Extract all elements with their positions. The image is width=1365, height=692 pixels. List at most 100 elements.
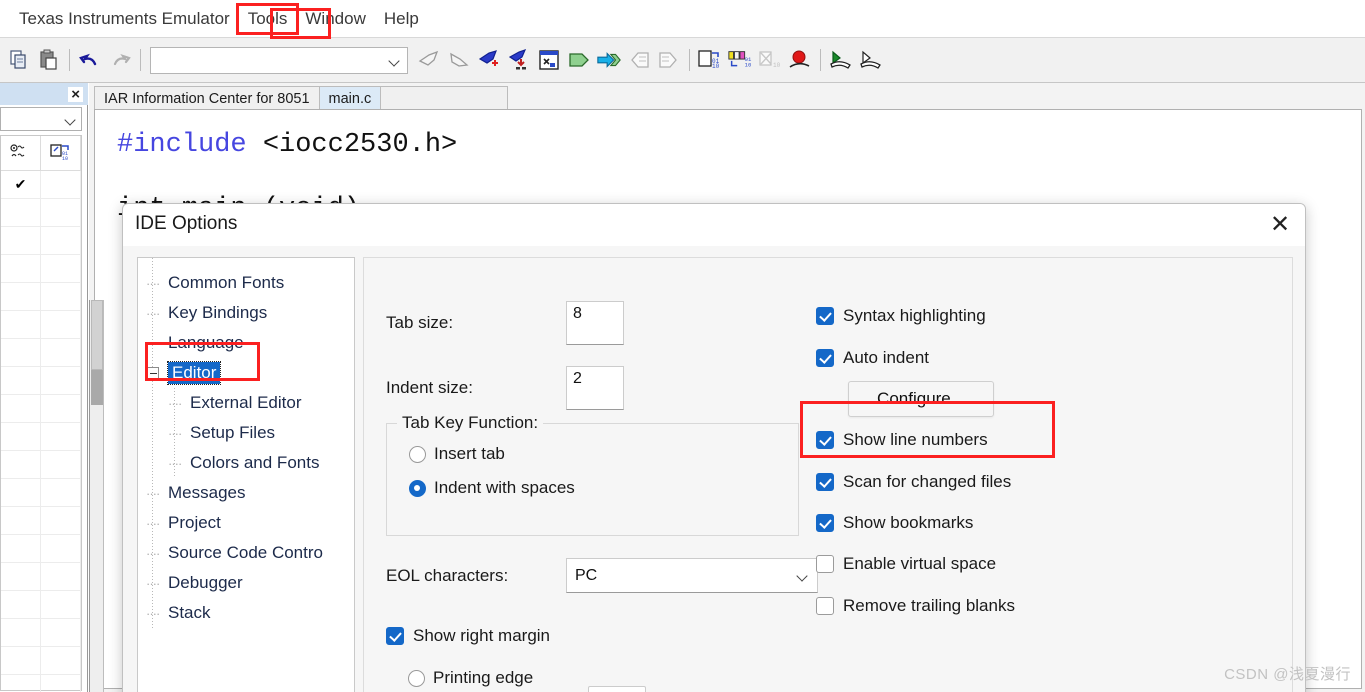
grid-row[interactable] bbox=[1, 619, 81, 647]
checkbox-auto-indent[interactable]: Auto indent bbox=[816, 348, 929, 368]
grid-cell[interactable] bbox=[1, 451, 41, 478]
grid-row[interactable] bbox=[1, 507, 81, 535]
grid-cell[interactable] bbox=[41, 283, 81, 310]
grid-cell[interactable] bbox=[1, 255, 41, 282]
checkbox-icon[interactable] bbox=[386, 627, 404, 645]
checkbox-show-bookmarks[interactable]: Show bookmarks bbox=[816, 513, 973, 533]
grid-row[interactable]: ✔ bbox=[1, 171, 81, 199]
grid-row[interactable] bbox=[1, 591, 81, 619]
grid-cell[interactable] bbox=[1, 227, 41, 254]
bookmark-next-icon[interactable] bbox=[506, 47, 532, 73]
checkbox-icon[interactable] bbox=[816, 555, 834, 573]
grid-row[interactable] bbox=[1, 367, 81, 395]
grid-cell[interactable] bbox=[1, 591, 41, 618]
grid-cell[interactable] bbox=[1, 479, 41, 506]
checkbox-show-line-numbers[interactable]: Show line numbers bbox=[816, 430, 988, 450]
grid-cell[interactable] bbox=[1, 619, 41, 646]
compile-icon[interactable] bbox=[566, 47, 592, 73]
grid-cell[interactable] bbox=[1, 423, 41, 450]
left-panel-combo[interactable] bbox=[0, 107, 82, 131]
debug-file-icon[interactable]: 01 10 bbox=[697, 47, 723, 73]
radio-button-icon[interactable] bbox=[408, 669, 425, 687]
grid-row[interactable] bbox=[1, 311, 81, 339]
bookmark-toggle-icon[interactable] bbox=[416, 47, 442, 73]
tab-main-c[interactable]: main.c bbox=[318, 86, 382, 110]
grid-cell[interactable] bbox=[1, 339, 41, 366]
tab-empty[interactable] bbox=[380, 86, 509, 110]
tree-item-stack[interactable]: ···· Stack bbox=[138, 598, 354, 628]
grid-cell[interactable] bbox=[41, 535, 81, 562]
collapse-expander-icon[interactable] bbox=[147, 367, 159, 379]
radio-insert-tab[interactable]: Insert tab bbox=[409, 444, 798, 464]
grid-cell[interactable] bbox=[41, 591, 81, 618]
grid-cell[interactable] bbox=[41, 619, 81, 646]
tree-item-language[interactable]: ···· Language bbox=[138, 328, 354, 358]
grid-cell[interactable] bbox=[41, 675, 81, 692]
menu-item-help[interactable]: Help bbox=[375, 6, 428, 32]
grid-row[interactable] bbox=[1, 227, 81, 255]
checkbox-enable-virtual-space[interactable]: Enable virtual space bbox=[816, 554, 996, 574]
grid-cell[interactable] bbox=[1, 507, 41, 534]
breakpoint-icon[interactable] bbox=[787, 47, 813, 73]
grid-cell[interactable] bbox=[41, 227, 81, 254]
tree-item-external-editor[interactable]: ···· External Editor bbox=[138, 388, 354, 418]
grid-row[interactable] bbox=[1, 423, 81, 451]
grid-row[interactable] bbox=[1, 647, 81, 675]
toolbar-search-combo[interactable] bbox=[150, 46, 408, 74]
grid-cell[interactable] bbox=[1, 647, 41, 674]
navigate-forward-icon[interactable] bbox=[656, 47, 682, 73]
grid-row[interactable] bbox=[1, 563, 81, 591]
grid-cell[interactable] bbox=[1, 199, 41, 226]
radio-printing-edge[interactable]: Printing edge bbox=[408, 668, 533, 688]
debug-project-icon[interactable]: 01 10 bbox=[727, 47, 753, 73]
checkbox-icon[interactable] bbox=[816, 349, 834, 367]
checkbox-syntax-highlighting[interactable]: Syntax highlighting bbox=[816, 306, 986, 326]
options-category-tree[interactable]: ···· Common Fonts ···· Key Bindings ····… bbox=[137, 257, 355, 692]
grid-cell[interactable] bbox=[1, 675, 41, 692]
tree-item-messages[interactable]: ···· Messages bbox=[138, 478, 354, 508]
grid-cell[interactable] bbox=[41, 507, 81, 534]
grid-row[interactable] bbox=[1, 451, 81, 479]
redo-icon[interactable] bbox=[107, 47, 133, 73]
tree-item-source-code-control[interactable]: ···· Source Code Contro bbox=[138, 538, 354, 568]
grid-cell[interactable] bbox=[41, 479, 81, 506]
tree-item-editor[interactable]: ·· Editor bbox=[138, 358, 354, 388]
find-in-files-icon[interactable] bbox=[536, 47, 562, 73]
grid-cell[interactable] bbox=[41, 367, 81, 394]
close-icon[interactable]: × bbox=[68, 86, 83, 102]
grid-row[interactable] bbox=[1, 199, 81, 227]
tree-item-debugger[interactable]: ···· Debugger bbox=[138, 568, 354, 598]
grid-row[interactable] bbox=[1, 675, 81, 692]
tab-size-input[interactable]: 8 bbox=[566, 301, 624, 345]
close-icon[interactable]: ✕ bbox=[1265, 211, 1295, 239]
menu-item-texas-instruments-emulator[interactable]: Texas Instruments Emulator bbox=[10, 6, 239, 32]
grid-cell[interactable] bbox=[41, 647, 81, 674]
grid-cell[interactable] bbox=[1, 535, 41, 562]
copy-icon[interactable] bbox=[6, 47, 32, 73]
tree-item-common-fonts[interactable]: ···· Common Fonts bbox=[138, 268, 354, 298]
tree-item-project[interactable]: ···· Project bbox=[138, 508, 354, 538]
grid-cell[interactable] bbox=[1, 367, 41, 394]
tree-item-setup-files[interactable]: ···· Setup Files bbox=[138, 418, 354, 448]
grid-row[interactable] bbox=[1, 535, 81, 563]
checkbox-icon[interactable] bbox=[816, 473, 834, 491]
checkbox-show-right-margin[interactable]: Show right margin bbox=[386, 626, 550, 646]
grid-row[interactable] bbox=[1, 255, 81, 283]
indent-size-input[interactable]: 2 bbox=[566, 366, 624, 410]
radio-button-icon[interactable] bbox=[409, 445, 426, 463]
grid-row[interactable] bbox=[1, 339, 81, 367]
grid-cell[interactable] bbox=[41, 311, 81, 338]
menu-item-window[interactable]: Window bbox=[296, 6, 374, 32]
grid-cell[interactable] bbox=[41, 563, 81, 590]
grid-cell[interactable] bbox=[41, 395, 81, 422]
grid-row[interactable] bbox=[1, 283, 81, 311]
grid-cell[interactable] bbox=[1, 395, 41, 422]
grid-cell[interactable] bbox=[1, 311, 41, 338]
checkbox-icon[interactable] bbox=[816, 307, 834, 325]
grid-cell[interactable] bbox=[41, 199, 81, 226]
bookmark-add-icon[interactable] bbox=[476, 47, 502, 73]
grid-cell[interactable] bbox=[41, 451, 81, 478]
grid-cell[interactable] bbox=[41, 339, 81, 366]
scrollbar-thumb[interactable] bbox=[91, 300, 103, 370]
radio-indent-with-spaces[interactable]: Indent with spaces bbox=[409, 478, 798, 498]
